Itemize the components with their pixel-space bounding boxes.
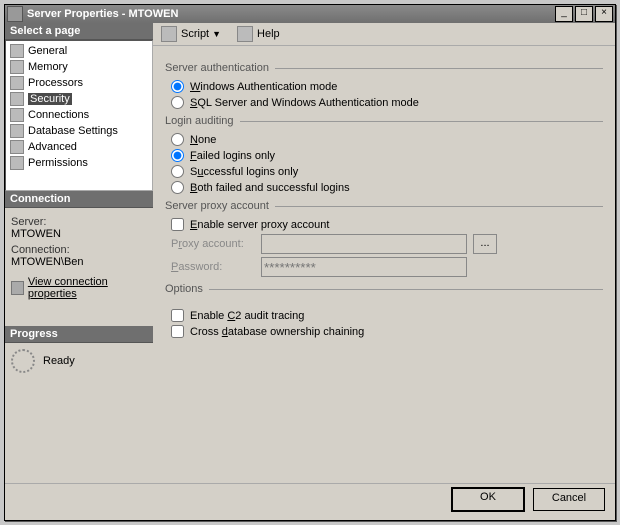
- c2-audit-checkbox-input[interactable]: [171, 309, 184, 322]
- auth-sql-radio[interactable]: SQL Server and Windows Authentication mo…: [171, 96, 603, 109]
- auth-sql-radio-input[interactable]: [171, 96, 184, 109]
- script-button[interactable]: Script ▼: [157, 25, 225, 43]
- connection-header: Connection: [5, 191, 153, 208]
- sidebar-item-label: Connections: [28, 109, 89, 121]
- proxy-browse-button[interactable]: ...: [473, 234, 497, 254]
- toolbar: Script ▼ Help: [153, 23, 615, 46]
- page-icon: [10, 108, 24, 122]
- right-panel: Script ▼ Help Server authentication Wind…: [153, 23, 615, 483]
- sidebar-item-database-settings[interactable]: Database Settings: [6, 123, 152, 139]
- proxy-account-label: Proxy account:: [171, 238, 261, 250]
- view-connection-properties-label: View connection properties: [28, 276, 147, 300]
- audit-both-label: oth failed and successful logins: [197, 182, 349, 194]
- sidebar-item-memory[interactable]: Memory: [6, 59, 152, 75]
- cross-db-checkbox[interactable]: Cross database ownership chaining: [171, 325, 603, 338]
- app-icon: [7, 6, 23, 22]
- page-icon: [10, 60, 24, 74]
- help-label: Help: [257, 28, 280, 40]
- page-icon: [10, 92, 24, 106]
- page-icon: [10, 124, 24, 138]
- sidebar-item-label: Processors: [28, 77, 83, 89]
- server-label: Server:: [11, 216, 147, 228]
- server-value: MTOWEN: [11, 228, 147, 240]
- sidebar-item-processors[interactable]: Processors: [6, 75, 152, 91]
- audit-none-label: one: [198, 134, 216, 146]
- server-auth-group-title: Server authentication: [165, 62, 269, 74]
- script-icon: [161, 26, 177, 42]
- auth-windows-radio[interactable]: Windows Authentication mode: [171, 80, 603, 93]
- enable-proxy-label: nable server proxy account: [197, 219, 329, 231]
- audit-none-radio[interactable]: None: [171, 133, 603, 146]
- connection-panel: Server: MTOWEN Connection: MTOWEN\Ben Vi…: [5, 208, 153, 326]
- cross-db-checkbox-input[interactable]: [171, 325, 184, 338]
- progress-header: Progress: [5, 326, 153, 343]
- page-icon: [10, 76, 24, 90]
- sidebar-item-label: General: [28, 45, 67, 57]
- sidebar-item-connections[interactable]: Connections: [6, 107, 152, 123]
- script-label: Script: [181, 28, 209, 40]
- minimize-button[interactable]: _: [555, 6, 573, 22]
- sidebar-item-label: Security: [28, 93, 72, 105]
- auth-sql-label: QL Server and Windows Authentication mod…: [197, 97, 419, 109]
- connection-label: Connection:: [11, 244, 147, 256]
- sidebar-item-security[interactable]: Security: [6, 91, 152, 107]
- sidebar-item-label: Database Settings: [28, 125, 118, 137]
- audit-success-label: ccessful logins only: [203, 166, 298, 178]
- proxy-password-label: Password:: [171, 261, 261, 273]
- connection-value: MTOWEN\Ben: [11, 256, 147, 268]
- progress-spinner-icon: [11, 349, 35, 373]
- enable-proxy-checkbox-input[interactable]: [171, 218, 184, 231]
- page-icon: [10, 44, 24, 58]
- cancel-button[interactable]: Cancel: [533, 488, 605, 511]
- page-icon: [10, 156, 24, 170]
- proxy-account-input: [261, 234, 467, 254]
- help-icon: [237, 26, 253, 42]
- progress-status: Ready: [43, 355, 75, 367]
- sidebar-item-permissions[interactable]: Permissions: [6, 155, 152, 171]
- cross-db-label: atabase ownership chaining: [228, 326, 364, 338]
- audit-failed-radio[interactable]: Failed logins only: [171, 149, 603, 162]
- auth-windows-label: indows Authentication mode: [200, 81, 337, 93]
- title-bar[interactable]: Server Properties - MTOWEN _ □ ×: [5, 5, 615, 23]
- close-button[interactable]: ×: [595, 6, 613, 22]
- proxy-group-title: Server proxy account: [165, 200, 269, 212]
- enable-proxy-checkbox[interactable]: Enable server proxy account: [171, 218, 603, 231]
- login-audit-group-title: Login auditing: [165, 115, 234, 127]
- dropdown-arrow-icon: ▼: [212, 29, 221, 39]
- ok-button[interactable]: OK: [451, 487, 525, 512]
- page-list[interactable]: General Memory Processors Security Connectio…: [5, 40, 153, 191]
- sidebar-item-label: Advanced: [28, 141, 77, 153]
- audit-failed-radio-input[interactable]: [171, 149, 184, 162]
- properties-icon: [11, 281, 24, 295]
- select-page-header: Select a page: [5, 23, 153, 40]
- sidebar-item-label: Memory: [28, 61, 68, 73]
- view-connection-properties-link[interactable]: View connection properties: [11, 276, 147, 300]
- help-button[interactable]: Help: [233, 25, 284, 43]
- sidebar-item-advanced[interactable]: Advanced: [6, 139, 152, 155]
- maximize-button[interactable]: □: [575, 6, 593, 22]
- options-group-title: Options: [165, 283, 203, 295]
- audit-both-radio-input[interactable]: [171, 181, 184, 194]
- audit-success-radio-input[interactable]: [171, 165, 184, 178]
- audit-success-radio[interactable]: Successful logins only: [171, 165, 603, 178]
- c2-audit-checkbox[interactable]: Enable C2 audit tracing: [171, 309, 603, 322]
- window: Server Properties - MTOWEN _ □ × Select …: [4, 4, 616, 521]
- audit-failed-label: ailed logins only: [197, 150, 275, 162]
- progress-panel: Ready: [5, 343, 153, 379]
- auth-windows-radio-input[interactable]: [171, 80, 184, 93]
- content-area: Server authentication Windows Authentica…: [153, 46, 615, 483]
- left-panel: Select a page General Memory Processors Sec…: [5, 23, 153, 483]
- sidebar-item-label: Permissions: [28, 157, 88, 169]
- dialog-button-bar: OK Cancel: [5, 483, 615, 514]
- page-icon: [10, 140, 24, 154]
- audit-both-radio[interactable]: Both failed and successful logins: [171, 181, 603, 194]
- sidebar-item-general[interactable]: General: [6, 43, 152, 59]
- audit-none-radio-input[interactable]: [171, 133, 184, 146]
- proxy-password-input: [261, 257, 467, 277]
- window-title: Server Properties - MTOWEN: [27, 8, 553, 20]
- c2-audit-label: 2 audit tracing: [235, 310, 304, 322]
